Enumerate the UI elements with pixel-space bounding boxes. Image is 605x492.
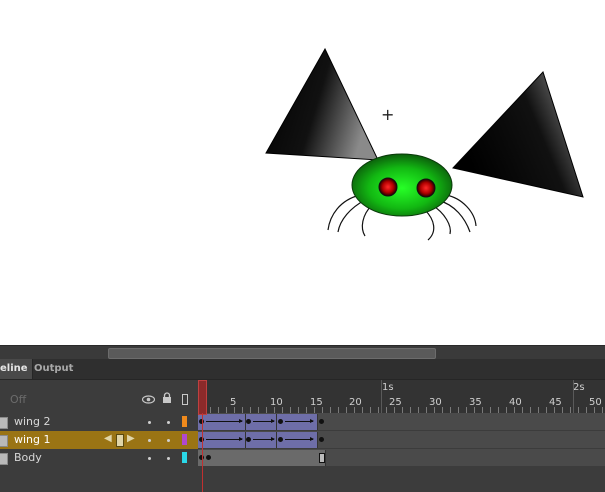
playhead-handle[interactable] bbox=[198, 380, 207, 415]
keyframe[interactable] bbox=[319, 419, 324, 424]
stage-canvas[interactable]: + bbox=[0, 0, 605, 345]
visibility-toggle[interactable] bbox=[148, 439, 151, 442]
stage-artwork bbox=[265, 47, 584, 241]
ruler-frame-number: 15 bbox=[310, 397, 323, 408]
next-keyframe-icon[interactable]: ▶ bbox=[127, 433, 135, 444]
keyframe[interactable] bbox=[246, 419, 251, 424]
layer-color-swatch[interactable] bbox=[182, 452, 187, 463]
tween-arrow bbox=[285, 437, 314, 441]
ruler-frame-number: 10 bbox=[270, 397, 283, 408]
playhead-line bbox=[202, 413, 203, 492]
outline-icon[interactable] bbox=[182, 394, 188, 408]
tween-arrow bbox=[206, 419, 243, 423]
wing-1-shape bbox=[452, 71, 584, 198]
frame-cell[interactable] bbox=[598, 449, 605, 466]
eye-icon[interactable] bbox=[141, 394, 156, 407]
ruler-frame-number: 35 bbox=[469, 397, 482, 408]
layer-row-wing-2[interactable]: wing 2 bbox=[0, 413, 198, 432]
keyframe[interactable] bbox=[319, 437, 324, 442]
end-frame[interactable] bbox=[319, 453, 325, 463]
layer-list: wing 2 wing 1 ◀ ▶ Body bbox=[0, 413, 198, 468]
scrollbar-thumb[interactable] bbox=[108, 348, 436, 359]
registration-crosshair: + bbox=[381, 105, 395, 124]
frame-cell[interactable] bbox=[598, 413, 605, 430]
layer-icon bbox=[0, 417, 8, 429]
second-marker bbox=[381, 380, 382, 413]
lock-icon[interactable] bbox=[162, 392, 172, 407]
keyframe[interactable] bbox=[246, 437, 251, 442]
ruler-frame-number: 45 bbox=[549, 397, 562, 408]
lock-toggle[interactable] bbox=[167, 439, 170, 442]
stage-horizontal-scrollbar[interactable] bbox=[0, 345, 605, 360]
ruler-second-label: 2s bbox=[573, 382, 585, 393]
playhead[interactable] bbox=[198, 380, 207, 492]
frame-row-wing-1[interactable] bbox=[198, 431, 605, 449]
ruler-frame-number: 30 bbox=[429, 397, 442, 408]
ruler-frame-number: 20 bbox=[349, 397, 362, 408]
tween-arrow bbox=[253, 437, 275, 441]
ruler-frame-number: 40 bbox=[509, 397, 522, 408]
second-marker bbox=[573, 380, 574, 413]
frame-ruler[interactable]: 1s 2s 1 5 10 15 20 25 30 35 40 45 50 bbox=[198, 380, 605, 413]
lock-toggle[interactable] bbox=[167, 457, 170, 460]
keyframe[interactable] bbox=[278, 419, 283, 424]
frame-cell[interactable] bbox=[598, 431, 605, 448]
layer-row-wing-1[interactable]: wing 1 ◀ ▶ bbox=[0, 431, 198, 450]
timeline-footer bbox=[0, 467, 605, 492]
layer-color-swatch[interactable] bbox=[182, 416, 187, 427]
ruler-frame-number: 50 bbox=[589, 397, 602, 408]
layer-icon bbox=[0, 453, 8, 465]
tween-arrow bbox=[285, 419, 314, 423]
wing-2-shape bbox=[265, 47, 379, 161]
layer-row-body[interactable]: Body bbox=[0, 449, 198, 468]
layer-name[interactable]: wing 1 bbox=[14, 433, 51, 446]
off-label: Off bbox=[10, 393, 27, 406]
layer-name[interactable]: Body bbox=[14, 451, 42, 464]
lock-toggle[interactable] bbox=[167, 421, 170, 424]
left-eye bbox=[378, 177, 398, 197]
prev-keyframe-icon[interactable]: ◀ bbox=[104, 433, 112, 444]
layer-color-swatch[interactable] bbox=[182, 434, 187, 445]
ruler-frame-number: 25 bbox=[389, 397, 402, 408]
keyframe-toggle[interactable] bbox=[116, 434, 124, 447]
tween-arrow bbox=[253, 419, 275, 423]
ruler-second-label: 1s bbox=[382, 382, 394, 393]
body-shape bbox=[351, 153, 453, 217]
tween-arrow bbox=[206, 437, 243, 441]
frame-row-wing-2[interactable] bbox=[198, 413, 605, 431]
frame-row-body[interactable] bbox=[198, 449, 605, 467]
visibility-toggle[interactable] bbox=[148, 421, 151, 424]
keyframe[interactable] bbox=[278, 437, 283, 442]
tab-output[interactable]: Output bbox=[28, 359, 79, 379]
timeline-panel: eline Output Off 1s 2s 1 5 10 15 20 25 3… bbox=[0, 359, 605, 492]
frame-grid[interactable] bbox=[198, 413, 605, 467]
static-frame-span[interactable] bbox=[198, 450, 326, 466]
layer-name[interactable]: wing 2 bbox=[14, 415, 51, 428]
visibility-toggle[interactable] bbox=[148, 457, 151, 460]
right-eye bbox=[416, 178, 436, 198]
layer-icon bbox=[0, 435, 8, 447]
panel-tabs: eline Output bbox=[0, 359, 605, 380]
keyframe[interactable] bbox=[206, 455, 211, 460]
